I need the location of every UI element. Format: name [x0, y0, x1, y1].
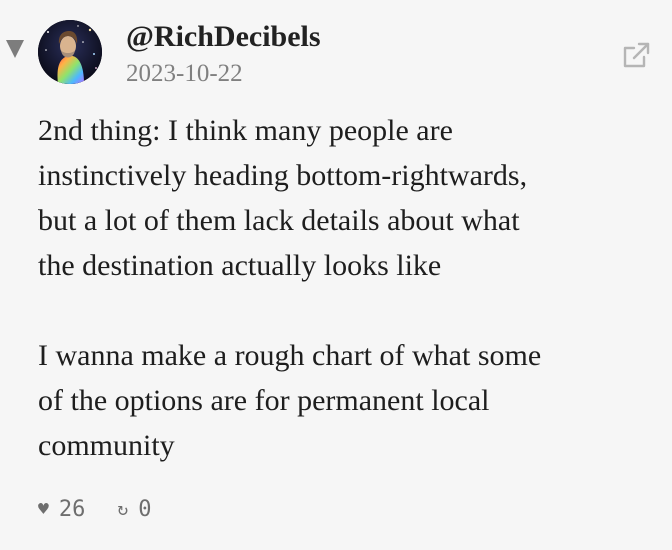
like-count: 26: [58, 497, 86, 522]
heart-icon: ♥: [38, 499, 49, 520]
post-date[interactable]: 2023-10-22: [126, 58, 243, 90]
post-body: 2nd thing: I think many people are insti…: [38, 108, 664, 468]
post-paragraph: I wanna make a rough chart of what some …: [38, 339, 542, 462]
collapse-toggle-icon[interactable]: [6, 40, 24, 58]
like-stat[interactable]: ♥ 26: [38, 494, 85, 526]
repost-stat[interactable]: ↻ 0: [117, 494, 151, 526]
post-stats: ♥ 26 ↻ 0: [38, 494, 151, 526]
repost-icon: ↻: [117, 499, 129, 520]
author-handle[interactable]: @RichDecibels: [126, 18, 321, 56]
repost-count: 0: [138, 497, 152, 522]
avatar[interactable]: [38, 20, 102, 84]
external-link-icon[interactable]: [620, 40, 652, 72]
avatar-image: [38, 20, 102, 84]
post-paragraph: 2nd thing: I think many people are insti…: [38, 114, 528, 282]
